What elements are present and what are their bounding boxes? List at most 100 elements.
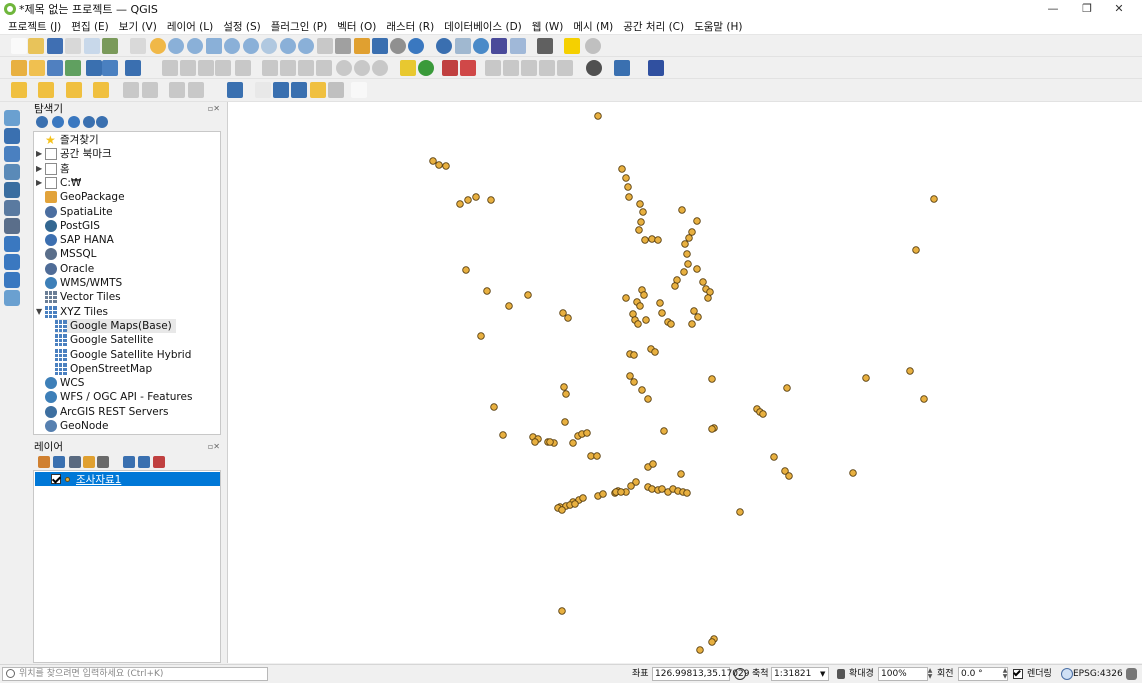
add-virtual-icon[interactable] bbox=[125, 60, 141, 76]
filter-legend-icon[interactable] bbox=[83, 456, 95, 468]
add-gps-icon[interactable] bbox=[4, 164, 20, 180]
remove-layer-icon[interactable] bbox=[153, 456, 165, 468]
bookmark-new-icon[interactable] bbox=[372, 38, 388, 54]
menu-item[interactable]: 레이어 (L) bbox=[162, 19, 218, 34]
label-change-icon[interactable] bbox=[521, 60, 537, 76]
rotation-spinner[interactable]: ▲ ▼ bbox=[1001, 668, 1009, 680]
label-hide-icon[interactable] bbox=[539, 60, 555, 76]
filter-expression-icon[interactable] bbox=[97, 456, 109, 468]
text-annotation-icon[interactable] bbox=[351, 82, 367, 98]
label-extra-icon[interactable] bbox=[557, 60, 573, 76]
browser-item[interactable]: C:₩ bbox=[45, 176, 85, 190]
sum-icon[interactable] bbox=[491, 38, 507, 54]
browser-item[interactable]: ArcGIS REST Servers bbox=[45, 405, 173, 419]
add-spatialite-icon[interactable] bbox=[4, 182, 20, 198]
zoom-out-icon[interactable] bbox=[187, 38, 203, 54]
toggle-edit-icon[interactable] bbox=[180, 60, 196, 76]
python-icon[interactable] bbox=[614, 60, 630, 76]
more-icon[interactable] bbox=[585, 38, 601, 54]
refresh-icon[interactable] bbox=[408, 38, 424, 54]
zoom-next-icon[interactable] bbox=[298, 38, 314, 54]
menu-item[interactable]: 보기 (V) bbox=[114, 19, 162, 34]
paste-icon[interactable] bbox=[316, 60, 332, 76]
add-vector-icon[interactable] bbox=[29, 60, 45, 76]
annotation-icon[interactable] bbox=[564, 38, 580, 54]
menu-item[interactable]: 웹 (W) bbox=[527, 19, 569, 34]
browser-item[interactable]: SAP HANA bbox=[45, 233, 118, 247]
menu-item[interactable]: 설정 (S) bbox=[218, 19, 266, 34]
time-icon[interactable] bbox=[390, 38, 406, 54]
data-source-manager-icon[interactable] bbox=[11, 60, 27, 76]
add-raster-icon[interactable] bbox=[47, 60, 63, 76]
messages-icon[interactable] bbox=[1126, 668, 1137, 680]
add-wcs-layer-icon[interactable] bbox=[4, 254, 20, 270]
save-edits-icon[interactable] bbox=[198, 60, 214, 76]
locator-search-input[interactable]: 위치를 찾으려면 입력하세요 (Ctrl+K) bbox=[2, 667, 268, 681]
layer-visibility-checkbox[interactable] bbox=[51, 474, 61, 484]
tree-expand-arrow[interactable]: ▶ bbox=[36, 164, 42, 173]
print-layout-icon[interactable] bbox=[65, 38, 81, 54]
menu-item[interactable]: 도움말 (H) bbox=[689, 19, 747, 34]
browser-item[interactable]: WCS bbox=[45, 376, 88, 390]
tree-expand-arrow[interactable]: ▶ bbox=[36, 149, 42, 158]
browser-item[interactable]: Google Maps(Base) bbox=[55, 318, 176, 333]
filter-browser-icon[interactable] bbox=[68, 116, 80, 128]
browser-item[interactable]: PostGIS bbox=[45, 219, 104, 233]
collapse-layers-icon[interactable] bbox=[138, 456, 150, 468]
help-icon[interactable] bbox=[648, 60, 664, 76]
settings-icon[interactable] bbox=[473, 38, 489, 54]
star-feature-icon[interactable] bbox=[310, 82, 326, 98]
zoom-in-icon[interactable] bbox=[168, 38, 184, 54]
deselect-icon[interactable] bbox=[66, 82, 82, 98]
cut-icon[interactable] bbox=[280, 60, 296, 76]
edit-icon[interactable] bbox=[162, 60, 178, 76]
menu-item[interactable]: 플러그인 (P) bbox=[266, 19, 333, 34]
menu-item[interactable]: 데이터베이스 (D) bbox=[439, 19, 527, 34]
browser-item[interactable]: Google Satellite Hybrid bbox=[55, 348, 195, 362]
ruler-icon[interactable] bbox=[537, 38, 553, 54]
collapse-all-icon[interactable] bbox=[83, 116, 95, 128]
stats2-icon[interactable] bbox=[188, 82, 204, 98]
menu-item[interactable]: 메시 (M) bbox=[568, 19, 618, 34]
identify-icon[interactable] bbox=[436, 38, 452, 54]
add-postgis-icon[interactable] bbox=[4, 200, 20, 216]
browser-item[interactable]: WMS/WMTS bbox=[45, 276, 126, 290]
menu-item[interactable]: 프로젝트 (J) bbox=[3, 19, 66, 34]
close-button[interactable]: ✕ bbox=[1096, 0, 1142, 18]
label-abc-icon[interactable] bbox=[227, 82, 243, 98]
browser-item[interactable]: WFS / OGC API - Features bbox=[45, 390, 196, 404]
add-wms-layer-icon[interactable] bbox=[4, 236, 20, 252]
menu-item[interactable]: 공간 처리 (C) bbox=[618, 19, 689, 34]
label-icon[interactable] bbox=[400, 60, 416, 76]
temporal-icon[interactable] bbox=[354, 38, 370, 54]
select-value-icon[interactable] bbox=[38, 82, 54, 98]
add-raster-layer-icon[interactable] bbox=[4, 128, 20, 144]
redo-icon[interactable] bbox=[354, 60, 370, 76]
add-wfs-icon[interactable] bbox=[102, 60, 118, 76]
zoom-last-icon[interactable] bbox=[280, 38, 296, 54]
zoom-selection-icon[interactable] bbox=[224, 38, 240, 54]
browser-item[interactable]: Oracle bbox=[45, 262, 98, 276]
pan-icon[interactable] bbox=[130, 38, 146, 54]
browser-item[interactable]: 공간 북마크 bbox=[45, 147, 116, 161]
expand-all-icon[interactable] bbox=[123, 456, 135, 468]
node-tool2-icon[interactable] bbox=[291, 82, 307, 98]
panel-close-button[interactable]: ▫✕ bbox=[208, 440, 220, 454]
new-layer-icon[interactable] bbox=[4, 290, 20, 306]
browser-item[interactable]: OpenStreetMap bbox=[55, 362, 156, 376]
gps-icon[interactable] bbox=[586, 60, 602, 76]
browser-item[interactable]: MSSQL bbox=[45, 247, 101, 261]
add-selected-icon[interactable] bbox=[36, 116, 48, 128]
delete-icon[interactable] bbox=[262, 60, 278, 76]
menu-item[interactable]: 래스터 (R) bbox=[381, 19, 439, 34]
style-panel-icon[interactable] bbox=[38, 456, 50, 468]
panel-close-button[interactable]: ▫✕ bbox=[208, 102, 220, 116]
add-mesh-icon[interactable] bbox=[65, 60, 81, 76]
browser-item[interactable]: ★ 즐겨찾기 bbox=[45, 133, 103, 147]
menu-item[interactable]: 편집 (E) bbox=[66, 19, 114, 34]
undo-icon[interactable] bbox=[336, 60, 352, 76]
layout-manager-icon[interactable] bbox=[84, 38, 100, 54]
label-pin-icon[interactable] bbox=[442, 60, 458, 76]
field-calc2-icon[interactable] bbox=[142, 82, 158, 98]
browser-item[interactable]: GeoPackage bbox=[45, 190, 129, 204]
